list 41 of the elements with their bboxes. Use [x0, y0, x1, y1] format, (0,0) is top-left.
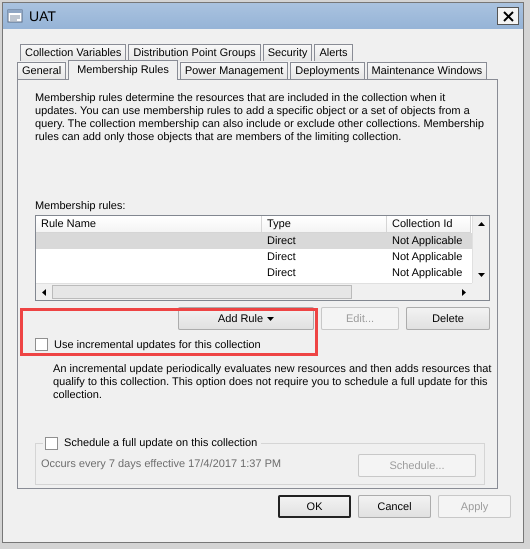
table-cell-text: Direct [266, 250, 297, 265]
cancel-button[interactable]: Cancel [358, 495, 431, 518]
close-icon [502, 10, 514, 22]
tab[interactable]: Deployments [290, 62, 364, 79]
list-row[interactable]: Direct Not Applicable [36, 249, 472, 265]
table-cell-text: Not Applicable [391, 250, 464, 265]
delete-button[interactable]: Delete [406, 307, 490, 330]
table-cell-text: Not Applicable [391, 266, 464, 281]
description-text: Membership rules determine the resources that are included in the collection when it updates. You can use membership rules to add a specific object or a set of objects from a query. The collection membership can also include or exclude other collections. Membership rules can add only those objects that are members of the limiting collection. [35, 92, 485, 144]
ok-button[interactable]: OK [278, 495, 351, 518]
horizontal-scrollbar[interactable] [36, 283, 472, 300]
close-button[interactable] [497, 7, 519, 25]
column-header[interactable]: Collection Id [387, 216, 471, 233]
tab[interactable]: General [17, 62, 66, 79]
tab[interactable]: Collection Variables [20, 44, 126, 61]
tab[interactable]: Security [262, 44, 312, 61]
up-arrow-icon [478, 222, 484, 226]
down-arrow-icon [478, 273, 484, 277]
list-label: Membership rules: [35, 200, 126, 212]
tab[interactable]: Maintenance Windows [366, 62, 488, 79]
right-arrow-icon [462, 288, 466, 296]
schedule-summary: Occurs every 7 days effective 17/4/2017 1:37 PM [41, 458, 282, 470]
incremental-description: An incremental update periodically evaluates new resources and then adds resources that qualify to this collection. This option does not require you to schedule a full update for this collection. [53, 363, 492, 402]
column-header[interactable]: Rule Name [36, 216, 262, 233]
checkbox[interactable] [45, 436, 58, 450]
tab[interactable]: Membership Rules [68, 60, 178, 80]
checkbox[interactable] [35, 338, 48, 351]
table-cell-text: Direct [266, 234, 297, 249]
tab[interactable]: Distribution Point Groups [128, 44, 261, 61]
table-cell-text: Direct [266, 266, 297, 281]
table-cell-text: Not Applicable [391, 234, 464, 249]
window-title: UAT [29, 8, 56, 24]
list-row[interactable]: Direct Not Applicable [36, 233, 472, 249]
column-header[interactable]: Type [262, 216, 387, 233]
tab[interactable]: Alerts [314, 44, 353, 61]
vertical-scrollbar[interactable] [472, 216, 489, 283]
window-icon [7, 8, 23, 24]
left-arrow-icon [42, 288, 46, 296]
tab[interactable]: Power Management [180, 62, 288, 79]
checkbox-label[interactable]: Use incremental updates for this collection [54, 338, 261, 350]
list-row[interactable]: Direct Not Applicable [36, 265, 472, 281]
